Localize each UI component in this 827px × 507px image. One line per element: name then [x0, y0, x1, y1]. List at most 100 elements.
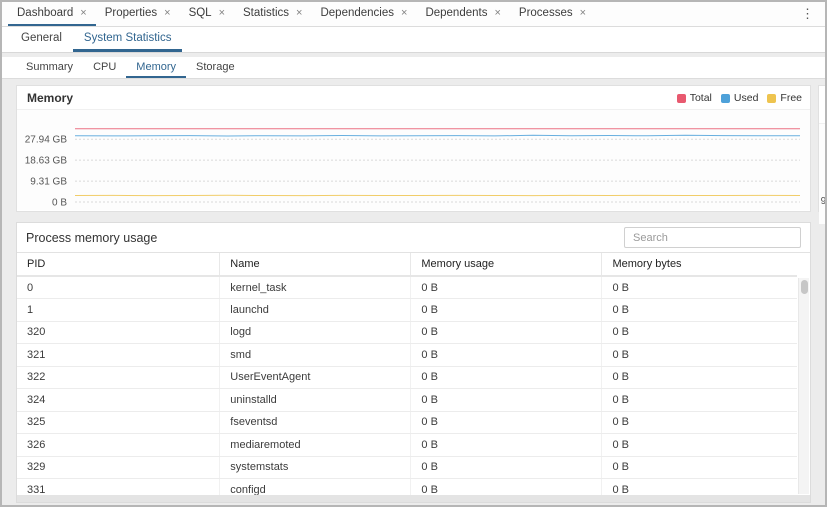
vertical-scrollbar[interactable]: [798, 278, 809, 494]
cell-memory-bytes: 0 B: [602, 321, 797, 344]
cell-name: mediaremoted: [220, 434, 411, 457]
close-icon[interactable]: ×: [401, 8, 407, 19]
tab-summary[interactable]: Summary: [16, 57, 83, 78]
vertical-scrollbar-thumb[interactable]: [801, 280, 808, 294]
cell-name: launchd: [220, 299, 411, 322]
tab-label: Storage: [196, 61, 235, 73]
tab-label: Dependencies: [320, 7, 394, 19]
legend-swatch-free: [767, 94, 776, 103]
tab-general[interactable]: General: [10, 27, 73, 52]
column-header-memory-usage[interactable]: Memory usage: [411, 253, 602, 276]
panel-title: Process memory usage: [26, 231, 157, 245]
pgadmin-window: Dashboard×Properties×SQL×Statistics×Depe…: [0, 0, 827, 507]
main-tab-bar: Dashboard×Properties×SQL×Statistics×Depe…: [2, 2, 825, 27]
cell-memory-usage: 0 B: [411, 389, 602, 412]
search-input[interactable]: [624, 227, 801, 248]
cell-pid: 320: [17, 321, 220, 344]
tab-label: Summary: [26, 61, 73, 73]
cell-memory-usage: 0 B: [411, 299, 602, 322]
dashboard-content: MemoryTotalUsedFree27.94 GB18.63 GB9.31 …: [2, 79, 825, 503]
cell-memory-bytes: 0 B: [602, 366, 797, 389]
cell-memory-bytes: 0 B: [602, 299, 797, 322]
cell-name: kernel_task: [220, 276, 411, 299]
table-row[interactable]: 1launchd0 B0 B: [17, 299, 797, 322]
close-icon[interactable]: ×: [164, 8, 170, 19]
table-row[interactable]: 325fseventsd0 B0 B: [17, 411, 797, 434]
secondary-tab-bar: General System Statistics: [2, 27, 825, 53]
process-table: PIDNameMemory usageMemory bytes 0kernel_…: [17, 253, 797, 502]
kebab-menu-icon[interactable]: ⋮: [796, 2, 819, 26]
table-row[interactable]: 322UserEventAgent0 B0 B: [17, 366, 797, 389]
cell-memory-bytes: 0 B: [602, 276, 797, 299]
column-header-memory-bytes[interactable]: Memory bytes: [602, 253, 797, 276]
cell-memory-usage: 0 B: [411, 411, 602, 434]
close-icon[interactable]: ×: [80, 8, 86, 19]
cell-memory-bytes: 0 B: [602, 434, 797, 457]
main-tabs-container: Dashboard×Properties×SQL×Statistics×Depe…: [8, 2, 595, 26]
process-table-header: PIDNameMemory usageMemory bytes: [17, 253, 797, 276]
cell-name: uninstalld: [220, 389, 411, 412]
tab-memory[interactable]: Memory: [126, 57, 186, 78]
close-icon[interactable]: ×: [219, 8, 225, 19]
tab-dependencies[interactable]: Dependencies ×: [311, 2, 416, 26]
tab-label: General: [21, 32, 62, 44]
svg-text:953.67 MB: 953.67 MB: [821, 196, 827, 207]
table-row[interactable]: 329systemstats0 B0 B: [17, 456, 797, 479]
legend-swatch-total: [677, 94, 686, 103]
column-header-name[interactable]: Name: [220, 253, 411, 276]
close-icon[interactable]: ×: [580, 8, 586, 19]
table-row[interactable]: 321smd0 B0 B: [17, 344, 797, 367]
legend-label: Total: [690, 92, 712, 104]
memory-chart-card: MemoryTotalUsedFree27.94 GB18.63 GB9.31 …: [16, 85, 811, 212]
tab-label: Memory: [136, 61, 176, 73]
tab-system-statistics[interactable]: System Statistics: [73, 27, 183, 52]
horizontal-scrollbar[interactable]: [17, 495, 810, 502]
tab-sql[interactable]: SQL ×: [180, 2, 234, 26]
legend-swatch-used: [721, 94, 730, 103]
chart-header: Swap memoryTotalUsedFree: [819, 86, 827, 124]
table-row[interactable]: 0kernel_task0 B0 B: [17, 276, 797, 299]
cell-pid: 329: [17, 456, 220, 479]
cell-pid: 0: [17, 276, 220, 299]
cell-name: logd: [220, 321, 411, 344]
svg-text:9.31 GB: 9.31 GB: [30, 177, 67, 188]
legend-item-used: Used: [721, 92, 759, 104]
chart-header: MemoryTotalUsedFree: [17, 86, 810, 110]
tab-properties[interactable]: Properties ×: [96, 2, 180, 26]
process-memory-panel: Process memory usage PIDNameMemory usage…: [16, 222, 811, 503]
tab-label: Properties: [105, 7, 157, 19]
cell-name: UserEventAgent: [220, 366, 411, 389]
table-row[interactable]: 320logd0 B0 B: [17, 321, 797, 344]
cell-name: systemstats: [220, 456, 411, 479]
tab-label: Statistics: [243, 7, 289, 19]
svg-text:27.94 GB: 27.94 GB: [25, 135, 68, 146]
svg-text:0 B: 0 B: [52, 198, 67, 209]
panel-header: Process memory usage: [17, 223, 810, 253]
cell-memory-bytes: 0 B: [602, 411, 797, 434]
tab-cpu[interactable]: CPU: [83, 57, 126, 78]
tab-statistics[interactable]: Statistics ×: [234, 2, 311, 26]
memory-svg: 27.94 GB 18.63 GB 9.31 GB 0 B: [17, 110, 810, 210]
cell-memory-bytes: 0 B: [602, 344, 797, 367]
charts-row: MemoryTotalUsedFree27.94 GB18.63 GB9.31 …: [16, 85, 811, 212]
table-row[interactable]: 326mediaremoted0 B0 B: [17, 434, 797, 457]
close-icon[interactable]: ×: [494, 8, 500, 19]
cell-memory-usage: 0 B: [411, 321, 602, 344]
swap-memory-svg: 1.86 GB1.4 GB953.67 MB: [819, 124, 827, 224]
tab-dependents[interactable]: Dependents ×: [416, 2, 509, 26]
legend-item-total: Total: [677, 92, 712, 104]
svg-text:18.63 GB: 18.63 GB: [25, 156, 68, 167]
cell-pid: 324: [17, 389, 220, 412]
tab-label: Dashboard: [17, 7, 73, 19]
tab-label: SQL: [189, 7, 212, 19]
cell-memory-usage: 0 B: [411, 434, 602, 457]
close-icon[interactable]: ×: [296, 8, 302, 19]
cell-name: smd: [220, 344, 411, 367]
tab-storage[interactable]: Storage: [186, 57, 245, 78]
tab-dashboard[interactable]: Dashboard ×: [8, 2, 96, 26]
cell-pid: 326: [17, 434, 220, 457]
column-header-pid[interactable]: PID: [17, 253, 220, 276]
tab-processes[interactable]: Processes×: [510, 2, 595, 26]
tab-label: Dependents: [425, 7, 487, 19]
table-row[interactable]: 324uninstalld0 B0 B: [17, 389, 797, 412]
